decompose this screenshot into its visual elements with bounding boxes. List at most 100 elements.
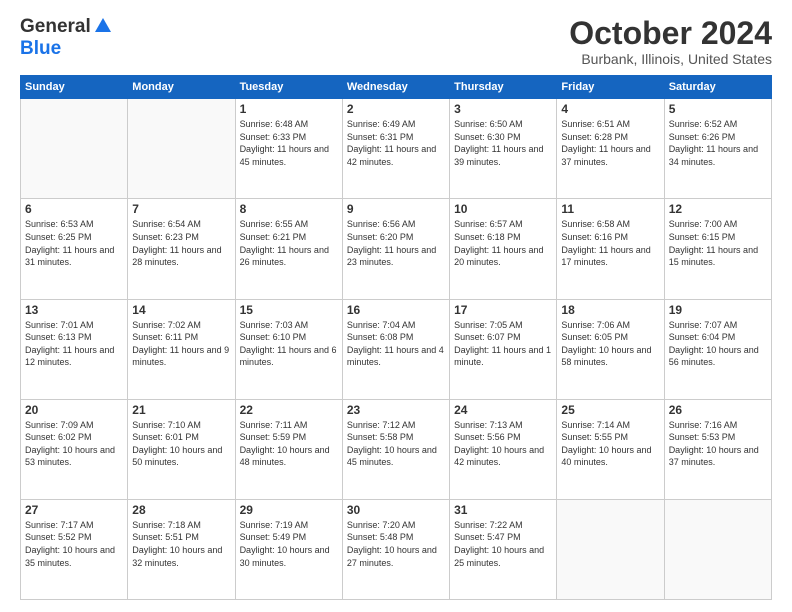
day-info: Sunrise: 7:18 AMSunset: 5:51 PMDaylight:…	[132, 519, 230, 569]
calendar-week-row: 13Sunrise: 7:01 AMSunset: 6:13 PMDayligh…	[21, 299, 772, 399]
day-number: 26	[669, 403, 767, 417]
month-title: October 2024	[569, 16, 772, 51]
calendar-cell: 25 Sunrise: 7:14 AMSunset: 5:55 PMDayligh…	[557, 399, 664, 499]
calendar-week-row: 20 Sunrise: 7:09 AMSunset: 6:02 PMDayligh…	[21, 399, 772, 499]
calendar-cell: 5 Sunrise: 6:52 AMSunset: 6:26 PMDaylight…	[664, 99, 771, 199]
day-info: Sunrise: 7:17 AMSunset: 5:52 PMDaylight:…	[25, 519, 123, 569]
col-friday: Friday	[557, 76, 664, 99]
calendar-cell: 1Sunrise: 6:48 AMSunset: 6:33 PMDaylight…	[235, 99, 342, 199]
day-number: 31	[454, 503, 552, 517]
day-number: 15	[240, 303, 338, 317]
day-info: Sunrise: 6:50 AMSunset: 6:30 PMDaylight:…	[454, 118, 552, 168]
day-number: 22	[240, 403, 338, 417]
calendar-cell: 6 Sunrise: 6:53 AMSunset: 6:25 PMDaylight…	[21, 199, 128, 299]
calendar-cell: 9 Sunrise: 6:56 AMSunset: 6:20 PMDaylight…	[342, 199, 449, 299]
calendar-cell: 23Sunrise: 7:12 AMSunset: 5:58 PMDayligh…	[342, 399, 449, 499]
calendar-cell: 13Sunrise: 7:01 AMSunset: 6:13 PMDayligh…	[21, 299, 128, 399]
calendar-cell	[557, 499, 664, 599]
header: General Blue October 2024 Burbank, Illin…	[20, 16, 772, 67]
day-number: 7	[132, 202, 230, 216]
day-number: 21	[132, 403, 230, 417]
day-number: 9	[347, 202, 445, 216]
day-info: Sunrise: 7:09 AMSunset: 6:02 PMDaylight:…	[25, 419, 123, 469]
day-number: 30	[347, 503, 445, 517]
day-info: Sunrise: 6:56 AMSunset: 6:20 PMDaylight:…	[347, 218, 445, 268]
calendar-cell: 20 Sunrise: 7:09 AMSunset: 6:02 PMDayligh…	[21, 399, 128, 499]
calendar-cell: 29 Sunrise: 7:19 AMSunset: 5:49 PMDayligh…	[235, 499, 342, 599]
calendar-cell: 24Sunrise: 7:13 AMSunset: 5:56 PMDayligh…	[450, 399, 557, 499]
calendar-cell: 11Sunrise: 6:58 AMSunset: 6:16 PMDayligh…	[557, 199, 664, 299]
calendar-cell: 17Sunrise: 7:05 AMSunset: 6:07 PMDayligh…	[450, 299, 557, 399]
calendar-cell: 16Sunrise: 7:04 AMSunset: 6:08 PMDayligh…	[342, 299, 449, 399]
day-info: Sunrise: 7:10 AMSunset: 6:01 PMDaylight:…	[132, 419, 230, 469]
logo-blue-text: Blue	[20, 38, 61, 59]
calendar-week-row: 1Sunrise: 6:48 AMSunset: 6:33 PMDaylight…	[21, 99, 772, 199]
day-info: Sunrise: 6:53 AMSunset: 6:25 PMDaylight:…	[25, 218, 123, 268]
day-info: Sunrise: 7:16 AMSunset: 5:53 PMDaylight:…	[669, 419, 767, 469]
calendar-cell: 31 Sunrise: 7:22 AMSunset: 5:47 PMDayligh…	[450, 499, 557, 599]
day-info: Sunrise: 7:02 AMSunset: 6:11 PMDaylight:…	[132, 319, 230, 369]
day-number: 5	[669, 102, 767, 116]
day-number: 4	[561, 102, 659, 116]
calendar-cell: 7 Sunrise: 6:54 AMSunset: 6:23 PMDaylight…	[128, 199, 235, 299]
calendar-cell: 22 Sunrise: 7:11 AMSunset: 5:59 PMDayligh…	[235, 399, 342, 499]
calendar-cell: 8Sunrise: 6:55 AMSunset: 6:21 PMDaylight…	[235, 199, 342, 299]
day-number: 6	[25, 202, 123, 216]
col-tuesday: Tuesday	[235, 76, 342, 99]
logo-general-text: General	[20, 16, 91, 38]
day-number: 27	[25, 503, 123, 517]
day-number: 25	[561, 403, 659, 417]
day-number: 14	[132, 303, 230, 317]
calendar-table: Sunday Monday Tuesday Wednesday Thursday…	[20, 75, 772, 600]
calendar-cell: 27 Sunrise: 7:17 AMSunset: 5:52 PMDayligh…	[21, 499, 128, 599]
logo: General Blue	[20, 16, 113, 60]
day-number: 2	[347, 102, 445, 116]
day-info: Sunrise: 7:11 AMSunset: 5:59 PMDaylight:…	[240, 419, 338, 469]
calendar-cell: 19Sunrise: 7:07 AMSunset: 6:04 PMDayligh…	[664, 299, 771, 399]
location: Burbank, Illinois, United States	[569, 51, 772, 67]
logo-icon	[93, 16, 113, 36]
calendar-cell: 21 Sunrise: 7:10 AMSunset: 6:01 PMDayligh…	[128, 399, 235, 499]
day-number: 20	[25, 403, 123, 417]
calendar-week-row: 6 Sunrise: 6:53 AMSunset: 6:25 PMDaylight…	[21, 199, 772, 299]
day-info: Sunrise: 7:13 AMSunset: 5:56 PMDaylight:…	[454, 419, 552, 469]
calendar-cell: 26 Sunrise: 7:16 AMSunset: 5:53 PMDayligh…	[664, 399, 771, 499]
day-info: Sunrise: 7:04 AMSunset: 6:08 PMDaylight:…	[347, 319, 445, 369]
day-info: Sunrise: 6:49 AMSunset: 6:31 PMDaylight:…	[347, 118, 445, 168]
calendar-header-row: Sunday Monday Tuesday Wednesday Thursday…	[21, 76, 772, 99]
calendar-cell	[21, 99, 128, 199]
day-info: Sunrise: 6:58 AMSunset: 6:16 PMDaylight:…	[561, 218, 659, 268]
day-number: 3	[454, 102, 552, 116]
calendar-cell: 3 Sunrise: 6:50 AMSunset: 6:30 PMDaylight…	[450, 99, 557, 199]
day-info: Sunrise: 7:03 AMSunset: 6:10 PMDaylight:…	[240, 319, 338, 369]
calendar-week-row: 27 Sunrise: 7:17 AMSunset: 5:52 PMDayligh…	[21, 499, 772, 599]
calendar-cell: 10 Sunrise: 6:57 AMSunset: 6:18 PMDayligh…	[450, 199, 557, 299]
day-info: Sunrise: 6:54 AMSunset: 6:23 PMDaylight:…	[132, 218, 230, 268]
day-number: 8	[240, 202, 338, 216]
col-saturday: Saturday	[664, 76, 771, 99]
col-thursday: Thursday	[450, 76, 557, 99]
day-info: Sunrise: 7:06 AMSunset: 6:05 PMDaylight:…	[561, 319, 659, 369]
col-wednesday: Wednesday	[342, 76, 449, 99]
day-info: Sunrise: 7:00 AMSunset: 6:15 PMDaylight:…	[669, 218, 767, 268]
day-info: Sunrise: 6:57 AMSunset: 6:18 PMDaylight:…	[454, 218, 552, 268]
day-number: 29	[240, 503, 338, 517]
day-number: 12	[669, 202, 767, 216]
calendar-cell: 14 Sunrise: 7:02 AMSunset: 6:11 PMDayligh…	[128, 299, 235, 399]
calendar-cell: 2 Sunrise: 6:49 AMSunset: 6:31 PMDaylight…	[342, 99, 449, 199]
title-section: October 2024 Burbank, Illinois, United S…	[569, 16, 772, 67]
day-number: 13	[25, 303, 123, 317]
day-number: 1	[240, 102, 338, 116]
day-info: Sunrise: 7:07 AMSunset: 6:04 PMDaylight:…	[669, 319, 767, 369]
day-info: Sunrise: 7:22 AMSunset: 5:47 PMDaylight:…	[454, 519, 552, 569]
day-info: Sunrise: 7:05 AMSunset: 6:07 PMDaylight:…	[454, 319, 552, 369]
day-info: Sunrise: 6:52 AMSunset: 6:26 PMDaylight:…	[669, 118, 767, 168]
day-number: 28	[132, 503, 230, 517]
day-info: Sunrise: 7:20 AMSunset: 5:48 PMDaylight:…	[347, 519, 445, 569]
calendar-cell: 12 Sunrise: 7:00 AMSunset: 6:15 PMDayligh…	[664, 199, 771, 299]
day-number: 10	[454, 202, 552, 216]
page: General Blue October 2024 Burbank, Illin…	[0, 0, 792, 612]
day-info: Sunrise: 7:19 AMSunset: 5:49 PMDaylight:…	[240, 519, 338, 569]
day-info: Sunrise: 7:14 AMSunset: 5:55 PMDaylight:…	[561, 419, 659, 469]
calendar-cell	[664, 499, 771, 599]
